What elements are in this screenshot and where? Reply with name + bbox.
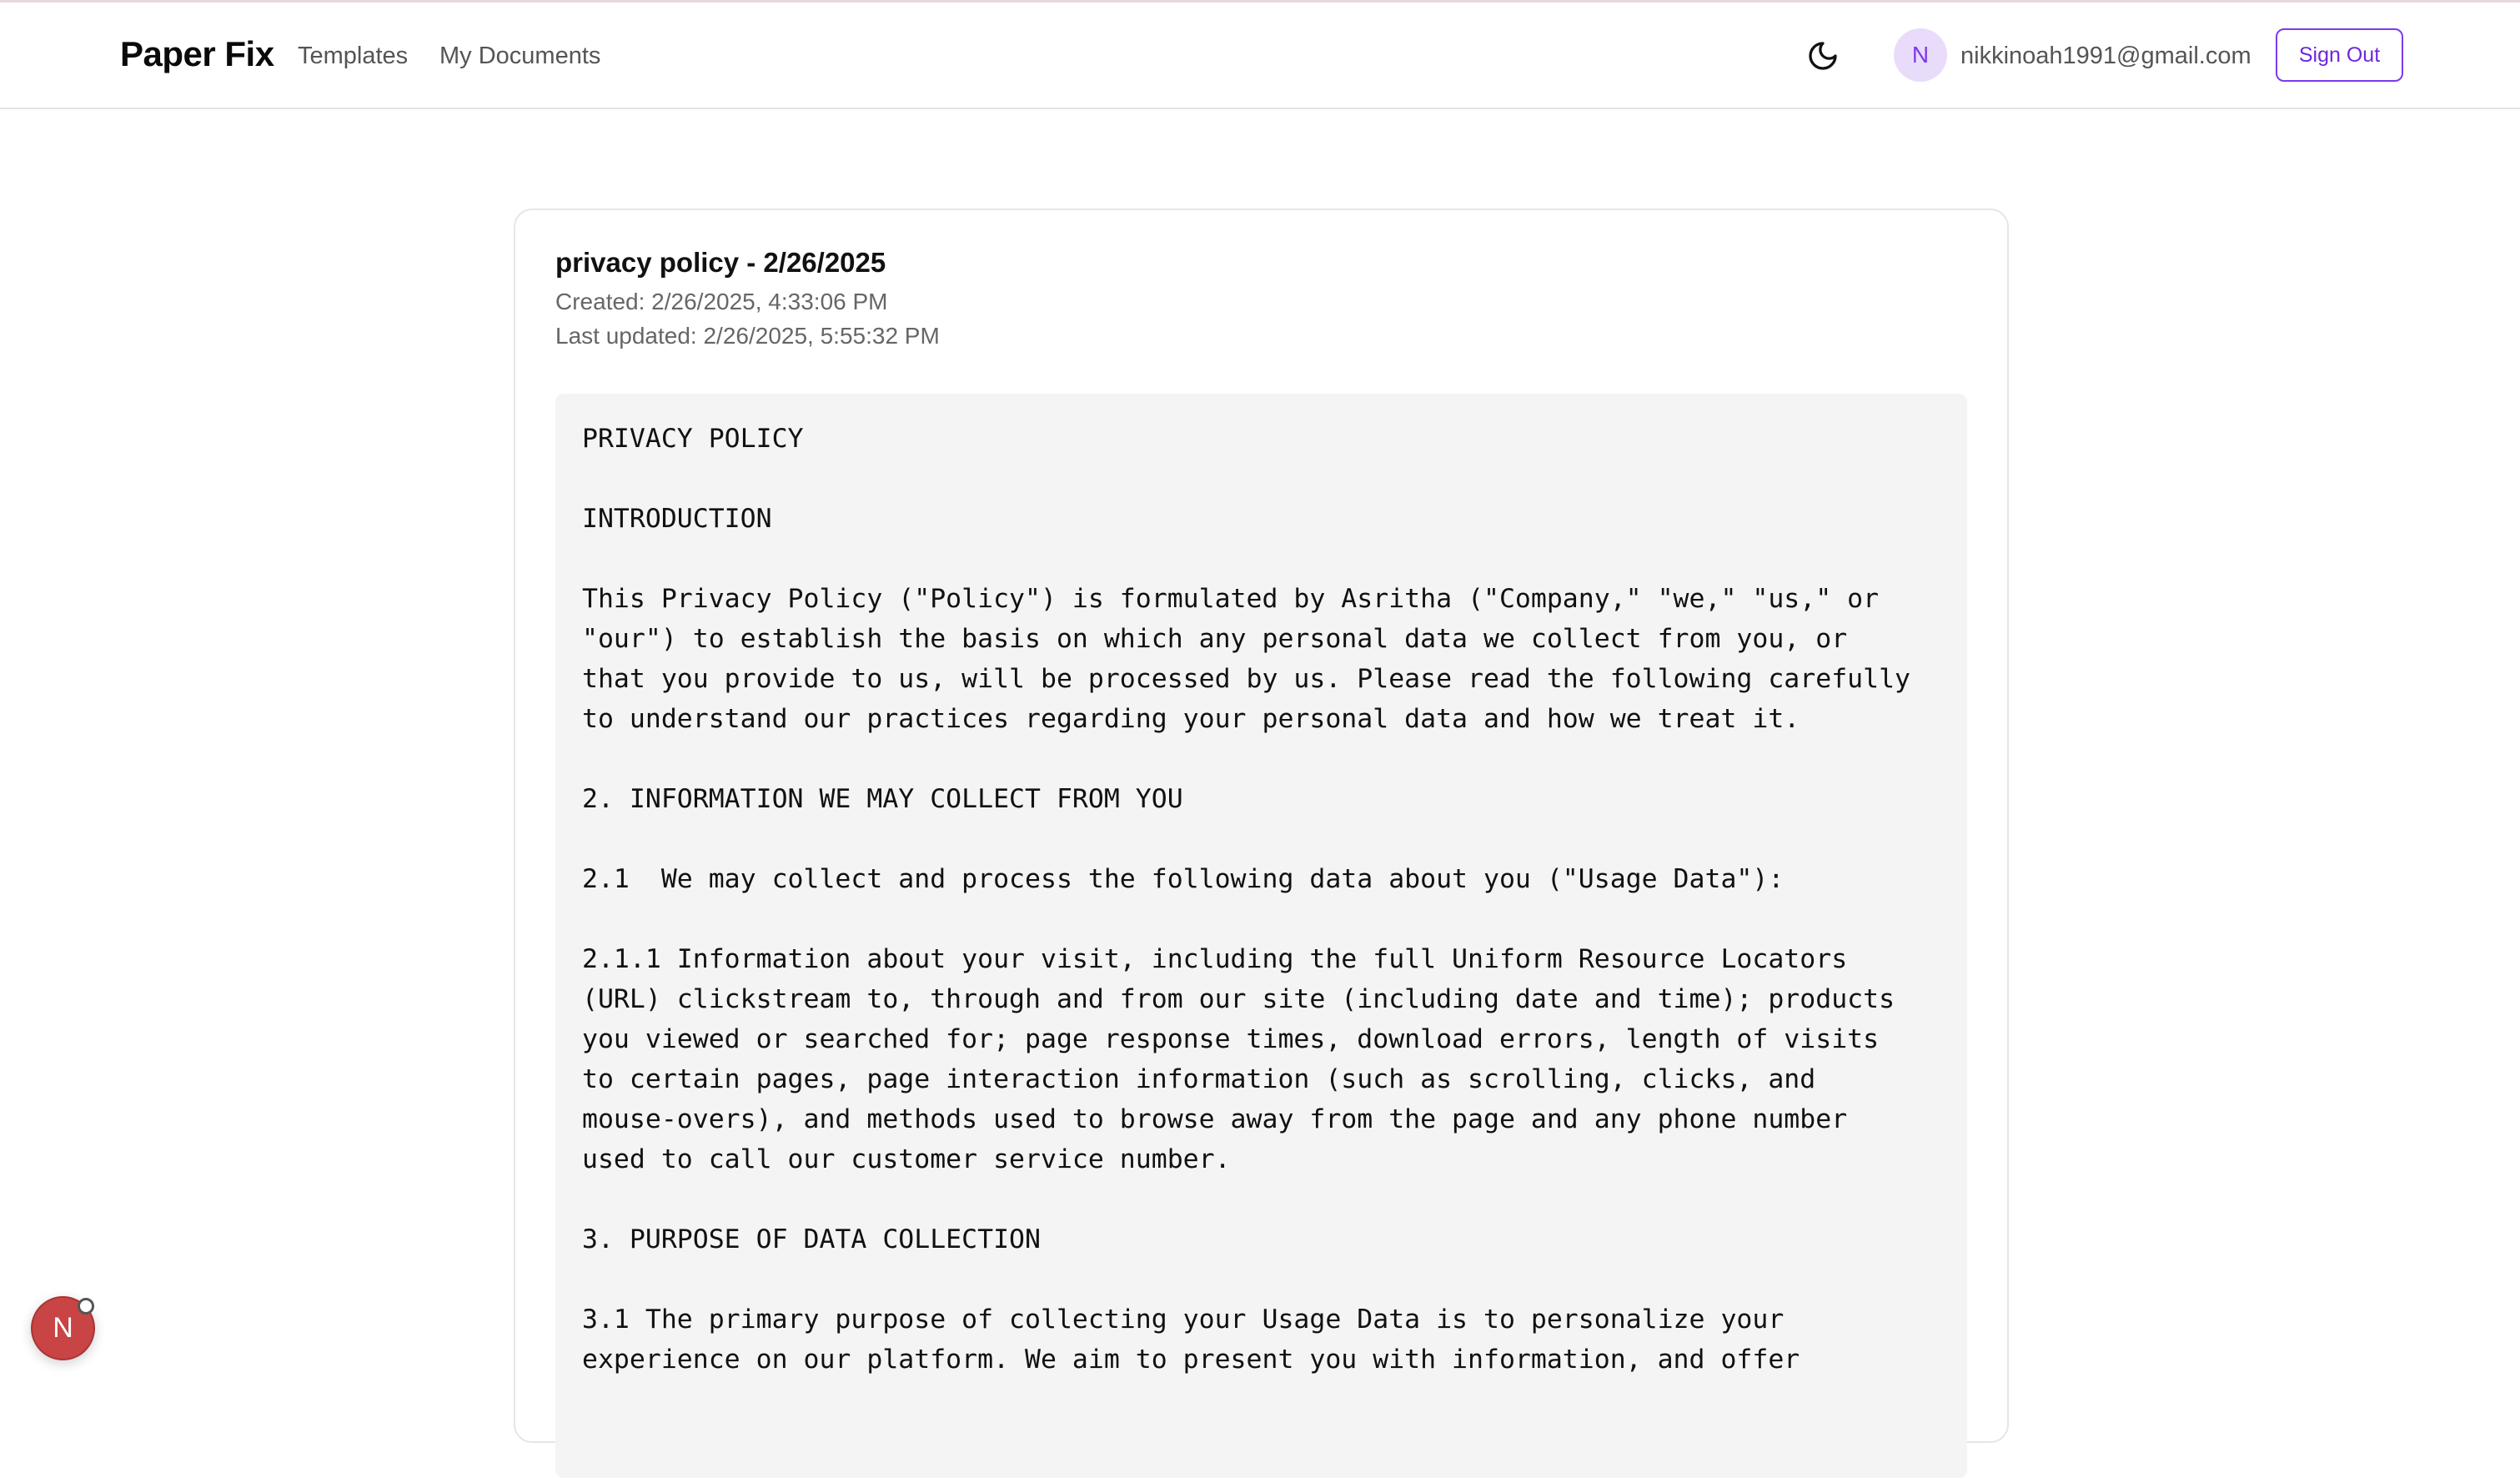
document-card: privacy policy - 2/26/2025 Created: 2/26… — [514, 209, 2009, 1478]
document-line: 2. INFORMATION WE MAY COLLECT FROM YOU — [582, 784, 1183, 814]
document-line: "our") to establish the basis on which a… — [582, 624, 1848, 654]
document-line: 3.1 The primary purpose of collecting yo… — [582, 1305, 1785, 1335]
document-line: INTRODUCTION — [582, 504, 772, 534]
theme-toggle-button[interactable] — [1803, 36, 1843, 76]
dev-tools-status-dot — [78, 1298, 94, 1315]
nav-my-documents-link[interactable]: My Documents — [439, 43, 600, 70]
document-body-text: PRIVACY POLICY INTRODUCTION This Privacy… — [582, 419, 1940, 1380]
document-line: 2.1.1 Information about your visit, incl… — [582, 944, 1848, 974]
sign-out-button[interactable]: Sign Out — [2276, 28, 2403, 82]
document-line: to certain pages, page interaction infor… — [582, 1064, 1816, 1094]
user-avatar[interactable]: N — [1894, 28, 1947, 82]
document-line: mouse-overs), and methods used to browse… — [582, 1104, 1848, 1134]
document-title: privacy policy - 2/26/2025 — [555, 247, 886, 278]
document-line: 2.1 We may collect and process the follo… — [582, 864, 1785, 894]
document-line: that you provide to us, will be processe… — [582, 664, 1911, 694]
document-line: This Privacy Policy ("Policy") is formul… — [582, 584, 1880, 614]
document-line: to understand our practices regarding yo… — [582, 704, 1800, 734]
document-line: experience on our platform. We aim to pr… — [582, 1345, 1800, 1375]
document-line: used to call our customer service number… — [582, 1144, 1231, 1174]
document-updated-date: Last updated: 2/26/2025, 5:55:32 PM — [555, 323, 940, 349]
top-navbar: Paper Fix Templates My Documents N nikki… — [0, 3, 2520, 109]
user-email: nikkinoah1991@gmail.com — [1960, 43, 2251, 69]
document-line: 3. PURPOSE OF DATA COLLECTION — [582, 1224, 1041, 1254]
document-line: (URL) clickstream to, through and from o… — [582, 984, 1895, 1014]
moon-icon — [1809, 42, 1837, 70]
brand-logo[interactable]: Paper Fix — [120, 34, 274, 74]
document-created-date: Created: 2/26/2025, 4:33:06 PM — [555, 289, 888, 314]
nav-templates-link[interactable]: Templates — [298, 43, 408, 70]
document-line: PRIVACY POLICY — [582, 424, 804, 454]
document-line: you viewed or searched for; page respons… — [582, 1024, 1880, 1054]
document-content: PRIVACY POLICY INTRODUCTION This Privacy… — [555, 394, 1967, 1478]
